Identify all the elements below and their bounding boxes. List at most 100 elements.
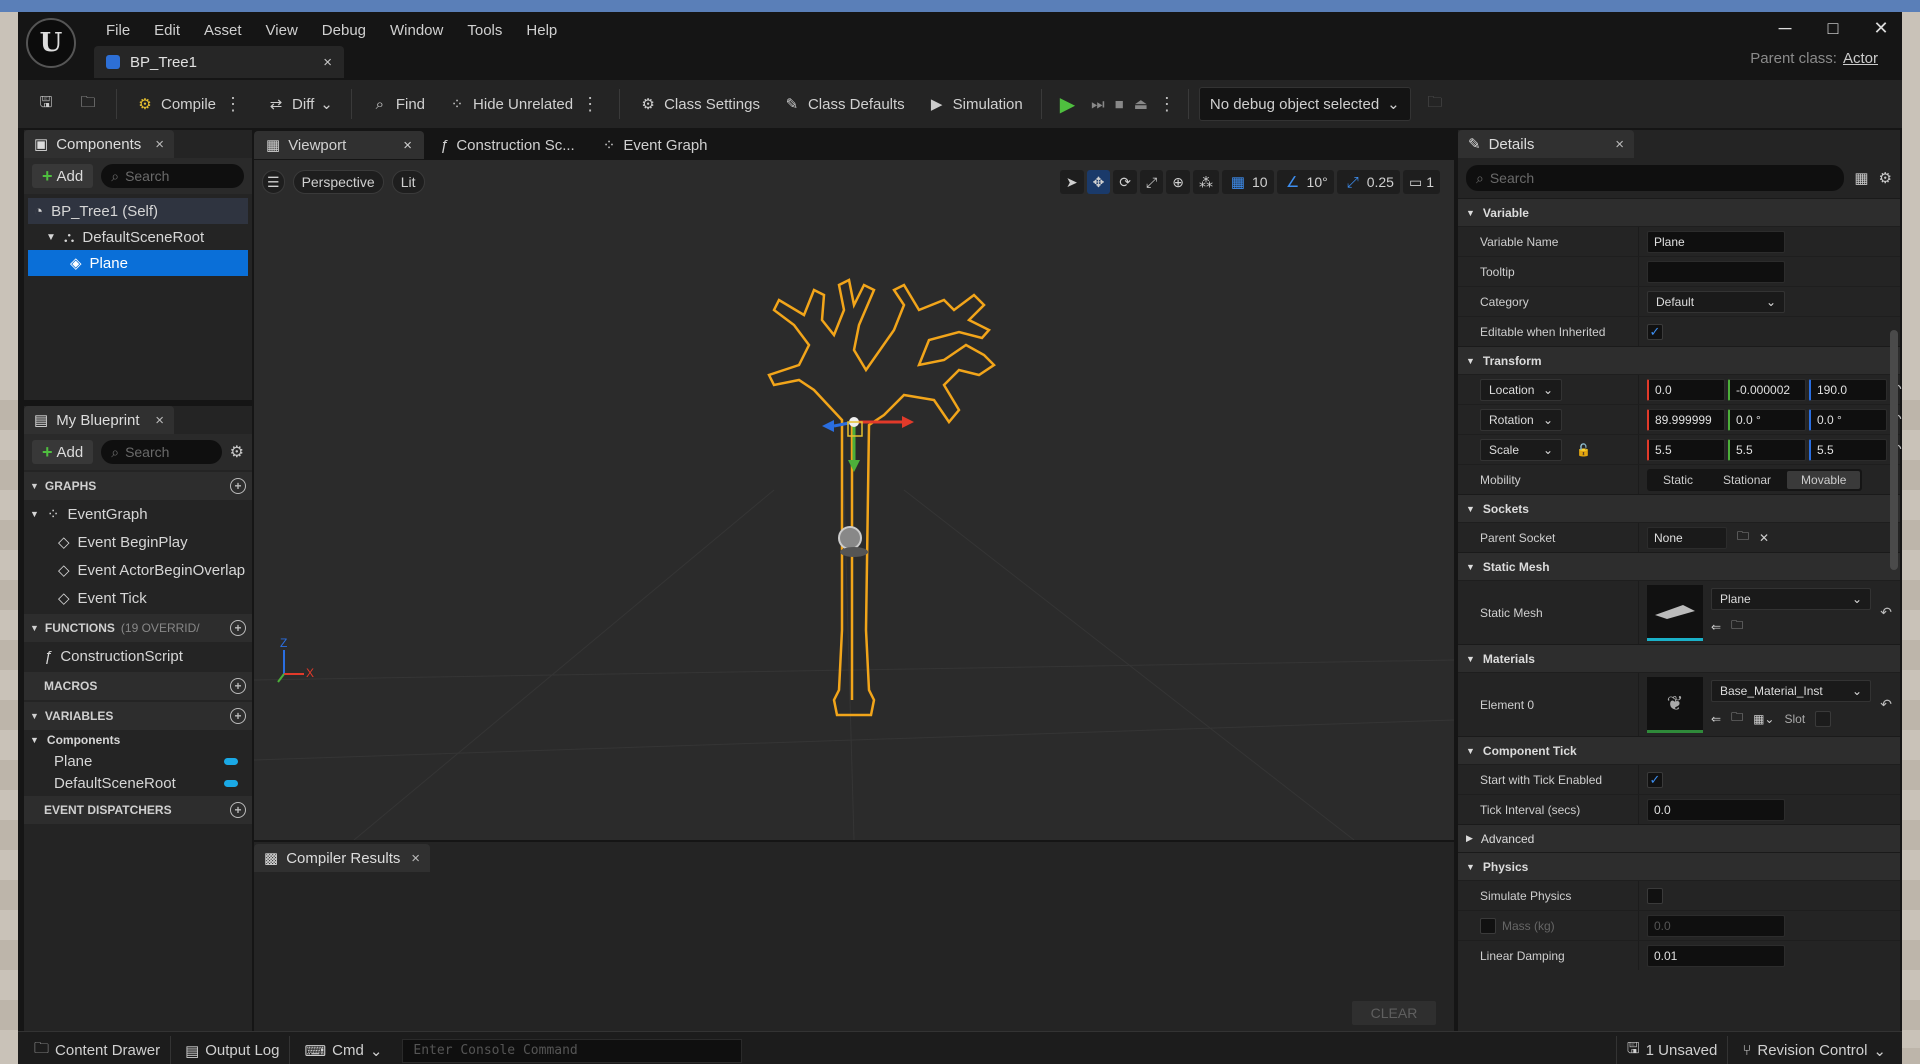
viewport[interactable]: ☰ Perspective Lit ➤ ✥ ⟳ ⤢ ⊕ ⁂ ▦ 10 ∠ 10° ⤢… bbox=[254, 160, 1454, 840]
tab-event-graph[interactable]: ⁘ Event Graph bbox=[591, 131, 720, 159]
graph-item-beginoverlap[interactable]: ◇ Event ActorBeginOverlap bbox=[24, 556, 252, 584]
tick-enabled-checkbox[interactable]: ✓ bbox=[1647, 771, 1663, 788]
add-variable-icon[interactable]: + bbox=[230, 708, 246, 724]
unreal-logo-icon[interactable]: U bbox=[26, 18, 76, 68]
tab-viewport[interactable]: ▦ Viewport × bbox=[254, 131, 424, 159]
menu-view[interactable]: View bbox=[254, 18, 310, 44]
menu-file[interactable]: File bbox=[94, 18, 142, 44]
components-search-input[interactable]: ⌕ Search bbox=[101, 164, 244, 188]
browse-button[interactable]: 🗀 bbox=[70, 86, 106, 122]
menu-edit[interactable]: Edit bbox=[142, 18, 192, 44]
functions-section-header[interactable]: ▼ FUNCTIONS (19 OVERRID/ + bbox=[24, 614, 252, 642]
menu-help[interactable]: Help bbox=[514, 18, 569, 44]
mesh-thumbnail[interactable] bbox=[1647, 584, 1703, 641]
compiler-results-tab[interactable]: ▩ Compiler Results × bbox=[254, 844, 430, 872]
linear-damping-input[interactable]: 0.01 bbox=[1647, 944, 1785, 967]
diff-button[interactable]: ⇄ Diff ⌄ bbox=[258, 86, 341, 122]
mobility-stationary[interactable]: Stationar bbox=[1709, 471, 1785, 489]
category-dropdown[interactable]: Default ⌄ bbox=[1647, 290, 1785, 313]
find-button[interactable]: ⌕ Find bbox=[362, 86, 433, 122]
add-graph-icon[interactable]: + bbox=[230, 478, 246, 494]
slot-checkbox[interactable] bbox=[1815, 710, 1832, 727]
details-search-input[interactable]: ⌕ Search bbox=[1466, 165, 1845, 191]
section-component-tick[interactable]: ▼ Component Tick bbox=[1458, 736, 1900, 764]
section-static-mesh[interactable]: ▼ Static Mesh bbox=[1458, 552, 1900, 580]
unsaved-button[interactable]: 🖫 1 Unsaved bbox=[1615, 1035, 1729, 1064]
section-sockets[interactable]: ▼ Sockets bbox=[1458, 494, 1900, 522]
use-selected-icon[interactable]: ⇐ bbox=[1711, 620, 1721, 634]
parent-socket-field[interactable]: None bbox=[1647, 526, 1727, 549]
mass-input[interactable]: 0.0 bbox=[1647, 914, 1785, 937]
tree-item-defaultsceneroot[interactable]: ▼ ⛬ DefaultSceneRoot bbox=[28, 224, 248, 250]
reset-arrow-icon[interactable]: ↶ bbox=[1880, 696, 1892, 713]
editable-checkbox[interactable]: ✓ bbox=[1647, 323, 1663, 340]
clear-button[interactable]: CLEAR bbox=[1352, 1001, 1436, 1025]
graph-item-eventgraph[interactable]: ▼ ⁘ EventGraph bbox=[24, 500, 252, 528]
rotation-x-input[interactable]: 89.999999 bbox=[1647, 408, 1725, 431]
material-dropdown[interactable]: Base_Material_Inst ⌄ bbox=[1711, 680, 1871, 702]
debug-object-dropdown[interactable]: No debug object selected ⌄ bbox=[1198, 87, 1411, 121]
reset-arrow-icon[interactable]: ↶ bbox=[1880, 604, 1892, 621]
tick-interval-input[interactable]: 0.0 bbox=[1647, 798, 1785, 821]
use-selected-icon[interactable]: ⇐ bbox=[1711, 712, 1721, 726]
scale-x-input[interactable]: 5.5 bbox=[1647, 438, 1725, 461]
tab-construction-script[interactable]: ƒ Construction Sc... bbox=[428, 131, 587, 159]
material-thumbnail[interactable]: ❦ bbox=[1647, 676, 1703, 733]
compile-options-icon[interactable]: ⋮ bbox=[222, 94, 244, 115]
class-settings-button[interactable]: ⚙ Class Settings bbox=[630, 86, 768, 122]
lock-icon[interactable]: 🔓 bbox=[1576, 443, 1591, 457]
graph-item-tick[interactable]: ◇ Event Tick bbox=[24, 584, 252, 612]
variables-section-header[interactable]: ▼ VARIABLES + bbox=[24, 702, 252, 730]
close-icon[interactable]: × bbox=[155, 412, 164, 429]
scale-z-input[interactable]: 5.5 bbox=[1809, 438, 1887, 461]
gear-icon[interactable]: ⚙ bbox=[1879, 169, 1892, 187]
location-dropdown[interactable]: Location ⌄ bbox=[1480, 378, 1562, 401]
variable-name-input[interactable]: Plane bbox=[1647, 230, 1785, 253]
close-icon[interactable]: × bbox=[155, 136, 164, 153]
add-macro-icon[interactable]: + bbox=[230, 678, 246, 694]
scale-dropdown[interactable]: Scale ⌄ bbox=[1480, 438, 1562, 461]
rotation-y-input[interactable]: 0.0 ° bbox=[1728, 408, 1806, 431]
my-blueprint-tab[interactable]: ▤ My Blueprint × bbox=[24, 406, 174, 434]
dispatchers-section-header[interactable]: EVENT DISPATCHERS + bbox=[24, 796, 252, 824]
simulation-button[interactable]: ▶ Simulation bbox=[919, 86, 1031, 122]
clear-x-icon[interactable]: ✕ bbox=[1759, 531, 1769, 545]
hide-unrelated-options-icon[interactable]: ⋮ bbox=[579, 94, 601, 115]
variable-group-components[interactable]: ▼ Components bbox=[24, 730, 252, 750]
section-materials[interactable]: ▼ Materials bbox=[1458, 644, 1900, 672]
folder-search-icon[interactable]: 🗀 bbox=[1731, 616, 1743, 637]
scale-y-input[interactable]: 5.5 bbox=[1728, 438, 1806, 461]
tree-item-self[interactable]: ◔ BP_Tree1 (Self) bbox=[28, 198, 248, 224]
rotation-dropdown[interactable]: Rotation ⌄ bbox=[1480, 408, 1562, 431]
tree-item-plane[interactable]: ◈ Plane bbox=[28, 250, 248, 276]
section-advanced[interactable]: ▶ Advanced bbox=[1458, 824, 1900, 852]
play-button[interactable]: ▶ bbox=[1052, 86, 1083, 122]
checker-icon[interactable]: ▦⌄ bbox=[1753, 712, 1774, 726]
components-tab[interactable]: ▣ Components × bbox=[24, 130, 174, 158]
content-drawer-button[interactable]: 🗀 Content Drawer bbox=[24, 1035, 172, 1064]
details-tab[interactable]: ✎ Details × bbox=[1458, 130, 1634, 158]
class-defaults-button[interactable]: ✎ Class Defaults bbox=[774, 86, 913, 122]
static-mesh-dropdown[interactable]: Plane ⌄ bbox=[1711, 588, 1871, 610]
details-scrollbar[interactable] bbox=[1890, 330, 1898, 570]
simulate-physics-checkbox[interactable] bbox=[1647, 887, 1663, 904]
close-window-button[interactable]: ✕ bbox=[1872, 18, 1890, 39]
maximize-button[interactable]: □ bbox=[1824, 18, 1842, 39]
variable-item-defaultsceneroot[interactable]: DefaultSceneRoot bbox=[24, 772, 252, 794]
menu-tools[interactable]: Tools bbox=[455, 18, 514, 44]
parent-class-link[interactable]: Actor bbox=[1843, 50, 1878, 67]
location-z-input[interactable]: 190.0 bbox=[1809, 378, 1887, 401]
add-member-button[interactable]: + Add bbox=[32, 440, 94, 464]
stop-button[interactable]: ■ bbox=[1113, 86, 1126, 122]
compile-button[interactable]: ⚙ Compile ⋮ bbox=[127, 86, 252, 122]
menu-window[interactable]: Window bbox=[378, 18, 455, 44]
section-transform[interactable]: ▼ Transform bbox=[1458, 346, 1900, 374]
mobility-movable[interactable]: Movable bbox=[1787, 470, 1861, 489]
table-view-icon[interactable]: ▦ bbox=[1854, 169, 1868, 187]
step-button[interactable]: ⏭ bbox=[1089, 86, 1107, 122]
rotation-z-input[interactable]: 0.0 ° bbox=[1809, 408, 1887, 431]
section-variable[interactable]: ▼ Variable bbox=[1458, 198, 1900, 226]
cmd-dropdown[interactable]: ⌨ Cmd ⌄ bbox=[294, 1036, 392, 1064]
graphs-section-header[interactable]: ▼ GRAPHS + bbox=[24, 472, 252, 500]
eject-button[interactable]: ⏏ bbox=[1132, 86, 1150, 122]
